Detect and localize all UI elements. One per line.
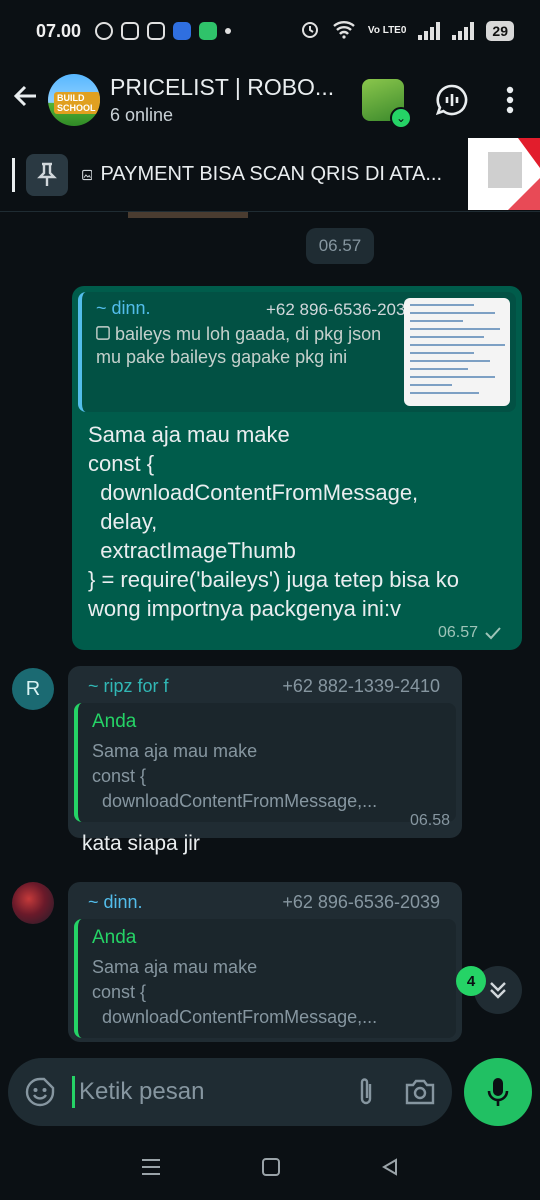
menu-icon: [141, 1158, 160, 1175]
message-input[interactable]: [79, 1078, 319, 1106]
message-time: 06.57: [437, 624, 478, 641]
network-type-label: Vo LTE0: [367, 25, 407, 36]
text-caret: [72, 1076, 75, 1108]
quoted-text: baileys mu loh gaada, di pkg json mu pak…: [96, 323, 396, 369]
signal-icon: [418, 22, 441, 40]
voice-record-button[interactable]: [464, 1058, 532, 1126]
quoted-text-content: baileys mu loh gaada, di pkg json mu pak…: [96, 324, 382, 367]
incoming-message[interactable]: ~ dinn. +62 896-6536-2039 Anda Sama aja …: [68, 882, 462, 1042]
group-title: PRICELIST | ROBO...: [110, 74, 335, 100]
message-meta: 06.57: [438, 624, 502, 642]
quoted-image-thumbnail: [404, 298, 510, 406]
signal-icon-2: [452, 22, 475, 40]
avatar[interactable]: [12, 882, 54, 924]
back-triangle-icon: [382, 1157, 398, 1176]
image-icon: [82, 169, 93, 180]
sticker-icon: [25, 1077, 55, 1107]
more-notifications-dot-icon: [225, 28, 232, 34]
sender-name[interactable]: ~ ripz for f: [88, 676, 169, 697]
home-button[interactable]: [261, 1157, 281, 1182]
battery-icon: 29: [486, 21, 514, 41]
check-icon: [485, 627, 501, 640]
image-icon: [96, 326, 110, 340]
voice-chat-icon: [435, 84, 468, 116]
message-time: 06.58: [409, 812, 450, 829]
voice-chat-button[interactable]: [434, 82, 470, 118]
back-nav-button[interactable]: [380, 1157, 400, 1182]
camera-button[interactable]: [402, 1074, 438, 1110]
pin-icon: [26, 153, 68, 196]
group-avatar-text: BUILD SCHOOL: [54, 92, 100, 114]
notification-icons: [95, 22, 232, 40]
group-info[interactable]: PRICELIST | ROBO... 6 online: [110, 74, 362, 126]
attach-button[interactable]: [348, 1074, 384, 1110]
emoji-button[interactable]: [22, 1074, 58, 1110]
incoming-message[interactable]: ~ ripz for f +62 882-1339-2410 Anda Sama…: [68, 666, 462, 855]
camera-icon: [405, 1079, 435, 1105]
chat-header: BUILD SCHOOL PRICELIST | ROBO... 6 onlin…: [0, 62, 540, 138]
avatar[interactable]: R: [12, 668, 54, 710]
more-vertical-icon: [506, 86, 514, 114]
status-time: 07.00: [36, 20, 82, 41]
more-options-button[interactable]: [492, 82, 528, 118]
quoted-message[interactable]: Anda Sama aja mau make const { downloadC…: [74, 919, 456, 1038]
quoted-author: Anda: [92, 711, 137, 732]
quoted-text: Sama aja mau make const { downloadConten…: [92, 741, 378, 811]
group-online-count: 6 online: [110, 105, 174, 125]
message-text: kata siapa jir: [82, 832, 200, 855]
alarm-icon: [300, 19, 320, 44]
status-bar: 07.00 Vo LTE0 29: [0, 0, 540, 62]
paperclip-icon: [360, 1078, 372, 1105]
sender-phone: +62 896-6536-2039: [282, 892, 440, 912]
pinned-message-bar[interactable]: PAYMENT BISA SCAN QRIS DI ATA...: [0, 138, 540, 212]
back-button[interactable]: [12, 82, 48, 118]
chat-area[interactable]: 06.57 ~ dinn. +62 896-6536-2039 baileys …: [0, 212, 540, 1042]
sender-phone: +62 882-1339-2410: [282, 676, 440, 696]
quoted-message[interactable]: Anda Sama aja mau make const { downloadC…: [74, 703, 456, 822]
system-navigation-bar: [0, 1138, 540, 1200]
unread-count-badge: 4: [456, 966, 486, 996]
quoted-author: Anda: [92, 927, 137, 948]
message-text: Sama aja mau make const { downloadConten…: [88, 422, 460, 621]
community-icon[interactable]: ⌄: [362, 79, 412, 129]
arrow-left-icon: [13, 85, 36, 107]
whatsapp-notification-icon: [95, 22, 114, 40]
pinned-indicator: [12, 158, 15, 192]
qris-thumbnail[interactable]: [468, 138, 540, 210]
outgoing-message[interactable]: ~ dinn. +62 896-6536-2039 baileys mu loh…: [72, 286, 522, 650]
recent-apps-button[interactable]: [140, 1157, 162, 1182]
home-square-icon: [261, 1157, 280, 1176]
chevron-down-icon: ⌄: [390, 107, 412, 129]
quoted-phone: +62 896-6536-2039: [266, 300, 415, 319]
microphone-icon: [487, 1078, 509, 1106]
previous-image-edge: [128, 212, 248, 218]
app-notification-icon-2: [199, 22, 218, 40]
instagram-notification-icon: [121, 22, 140, 40]
time-chip: 06.57: [306, 228, 374, 264]
message-composer: [8, 1058, 452, 1126]
wifi-icon: [332, 19, 356, 44]
sender-name[interactable]: ~ dinn.: [88, 892, 143, 913]
app-notification-icon: [173, 22, 192, 40]
instagram-notification-icon-2: [147, 22, 166, 40]
quoted-message[interactable]: ~ dinn. +62 896-6536-2039 baileys mu loh…: [78, 292, 516, 412]
quoted-text: Sama aja mau make const { downloadConten…: [92, 957, 378, 1027]
double-chevron-down-icon: [490, 982, 506, 999]
group-avatar[interactable]: BUILD SCHOOL: [48, 74, 100, 126]
pinned-message-text: PAYMENT BISA SCAN QRIS DI ATA...: [100, 163, 442, 185]
